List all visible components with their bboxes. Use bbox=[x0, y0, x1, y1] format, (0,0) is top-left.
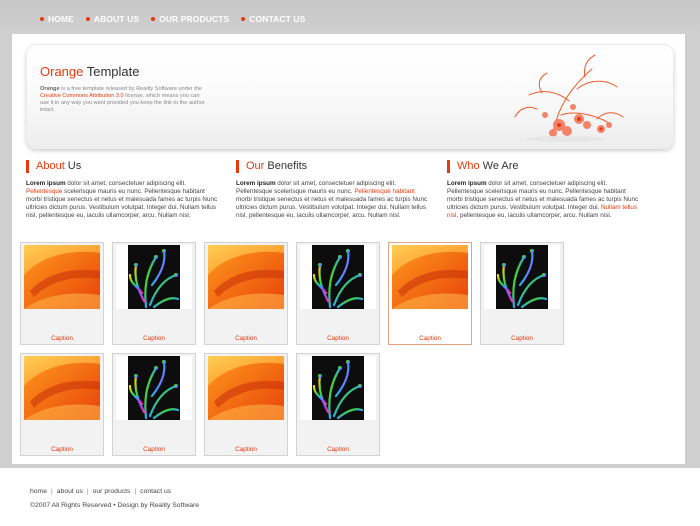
image-gallery: Caption Caption Caption Caption Caption Capti… bbox=[20, 242, 580, 462]
our-benefits-column: Our Benefits Lorem ipsum dolor sit amet,… bbox=[236, 160, 431, 220]
bullet-icon bbox=[241, 17, 246, 21]
gallery-thumbnail[interactable]: Caption bbox=[296, 353, 380, 456]
orange-abstract-image[interactable] bbox=[208, 245, 284, 309]
footer-link-our-products[interactable]: our products bbox=[93, 488, 131, 495]
thumbnail-caption[interactable]: Caption bbox=[205, 335, 287, 342]
rainbow-plant-image[interactable] bbox=[116, 356, 192, 420]
gallery-thumbnail[interactable]: Caption bbox=[20, 242, 104, 345]
gallery-thumbnail[interactable]: Caption bbox=[112, 242, 196, 345]
footer-link-about-us[interactable]: about us bbox=[57, 488, 83, 495]
orange-abstract-image[interactable] bbox=[392, 245, 468, 309]
gallery-thumbnail[interactable]: Caption bbox=[388, 242, 472, 345]
footer-link-contact-us[interactable]: contact us bbox=[140, 488, 171, 495]
gallery-thumbnail[interactable]: Caption bbox=[480, 242, 564, 345]
orange-abstract-image[interactable] bbox=[24, 245, 100, 309]
license-link[interactable]: Creative Commons Attribution 3.0 bbox=[40, 93, 124, 99]
bullet-icon bbox=[85, 17, 90, 21]
top-bar: HOME ABOUT US OUR PRODUCTS CONTACT US bbox=[0, 0, 700, 34]
copyright-text: ©2007 All Rights Reserved • Design by Re… bbox=[30, 502, 200, 509]
hero-banner: Orange Template Orange is a free templat… bbox=[26, 44, 674, 149]
footer-link-home[interactable]: home bbox=[30, 488, 47, 495]
bullet-icon bbox=[40, 17, 44, 21]
nav-about-us[interactable]: ABOUT US bbox=[85, 14, 139, 24]
our-benefits-text: Lorem ipsum dolor sit amet, consectetuer… bbox=[236, 180, 428, 219]
thumbnail-caption[interactable]: Caption bbox=[21, 335, 103, 342]
our-benefits-link[interactable]: Pellentesque habitant bbox=[354, 188, 415, 195]
about-us-column: About Us Lorem ipsum dolor sit amet, con… bbox=[26, 160, 221, 220]
thumbnail-caption[interactable]: Caption bbox=[389, 335, 471, 342]
orange-abstract-image[interactable] bbox=[24, 356, 100, 420]
gallery-thumbnail[interactable]: Caption bbox=[204, 242, 288, 345]
rainbow-plant-image[interactable] bbox=[300, 356, 376, 420]
thumbnail-caption[interactable]: Caption bbox=[113, 335, 195, 342]
who-we-are-text: Lorem ipsum dolor sit amet, consectetuer… bbox=[447, 180, 639, 219]
flower-decoration-icon bbox=[514, 54, 624, 142]
footer: home | about us | our products | contact us ©2… bbox=[0, 468, 700, 526]
thumbnail-caption[interactable]: Caption bbox=[205, 446, 287, 453]
about-us-heading: About Us bbox=[26, 160, 221, 173]
who-we-are-heading: Who We Are bbox=[447, 160, 642, 173]
orange-abstract-image[interactable] bbox=[208, 356, 284, 420]
nav-our-products[interactable]: OUR PRODUCTS bbox=[151, 14, 229, 24]
hero-description: Orange is a free template released by Re… bbox=[40, 86, 205, 113]
page-content: Orange Template Orange is a free templat… bbox=[12, 34, 685, 464]
gallery-thumbnail[interactable]: Caption bbox=[296, 242, 380, 345]
thumbnail-caption[interactable]: Caption bbox=[297, 446, 379, 453]
gallery-thumbnail[interactable]: Caption bbox=[112, 353, 196, 456]
main-nav: HOME ABOUT US OUR PRODUCTS CONTACT US bbox=[40, 14, 305, 24]
footer-separator: | bbox=[134, 488, 137, 495]
thumbnail-caption[interactable]: Caption bbox=[21, 446, 103, 453]
thumbnail-caption[interactable]: Caption bbox=[297, 335, 379, 342]
thumbnail-caption[interactable]: Caption bbox=[113, 446, 195, 453]
thumbnail-caption[interactable]: Caption bbox=[481, 335, 563, 342]
bullet-icon bbox=[151, 17, 156, 21]
footer-separator: | bbox=[86, 488, 89, 495]
nav-contact-us[interactable]: CONTACT US bbox=[241, 14, 305, 24]
gallery-thumbnail[interactable]: Caption bbox=[204, 353, 288, 456]
rainbow-plant-image[interactable] bbox=[116, 245, 192, 309]
footer-links: home | about us | our products | contact us bbox=[30, 488, 171, 495]
rainbow-plant-image[interactable] bbox=[300, 245, 376, 309]
rainbow-plant-image[interactable] bbox=[484, 245, 560, 309]
site-title: Orange Template bbox=[40, 64, 140, 79]
who-we-are-column: Who We Are Lorem ipsum dolor sit amet, c… bbox=[447, 160, 642, 220]
nav-home[interactable]: HOME bbox=[40, 14, 74, 24]
footer-separator: | bbox=[51, 488, 53, 495]
gallery-thumbnail[interactable]: Caption bbox=[20, 353, 104, 456]
our-benefits-heading: Our Benefits bbox=[236, 160, 431, 173]
about-us-link[interactable]: Pellentesque bbox=[26, 188, 62, 195]
about-us-text: Lorem ipsum dolor sit amet, consectetuer… bbox=[26, 180, 218, 219]
